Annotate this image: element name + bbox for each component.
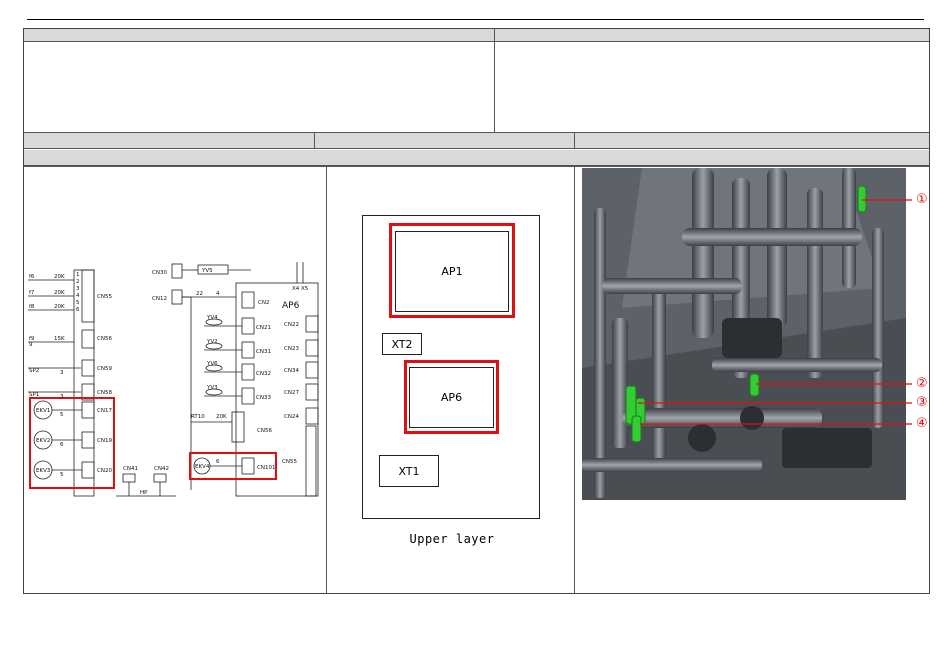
ekv1-label: EKV1 — [36, 408, 50, 414]
connector-label: CN32 — [256, 371, 271, 377]
ekv4-label: EKV4 — [195, 464, 210, 470]
callout-4: ④ — [916, 416, 928, 431]
xt2-block: XT2 — [382, 333, 422, 355]
connector-label: CN33 — [256, 395, 271, 401]
pin-label: 5 — [76, 300, 80, 306]
xt1-block: XT1 — [379, 455, 439, 487]
ap6-board-label: AP6 — [282, 301, 300, 311]
sp2-label: SP2 — [29, 368, 39, 374]
pin-label: 4 — [76, 293, 80, 299]
connector-label: CN2 — [258, 300, 269, 306]
connector-label: CN24 — [284, 414, 299, 420]
sensor-f9-value: 15K — [54, 336, 65, 342]
pin-label: 6 — [76, 307, 80, 313]
connector-label: CN21 — [256, 325, 271, 331]
ap6-block: AP6 — [409, 367, 494, 428]
ekv4-pin: 6 — [216, 459, 220, 465]
connector-label: CN27 — [284, 390, 299, 396]
sensor-f7-label: f7 — [29, 290, 35, 296]
ap1-block: AP1 — [395, 231, 509, 312]
xt2-label: XT2 — [391, 337, 413, 351]
connector-label: CN30 — [152, 270, 167, 276]
rt10-label: RT10 — [191, 414, 205, 420]
divider-lower-1 — [326, 166, 327, 594]
sensor-f6-label: f6 — [29, 274, 35, 280]
pin-label: 5 — [60, 472, 64, 478]
connector-label: CN34 — [284, 368, 299, 374]
ekv2-label: EKV2 — [36, 438, 50, 444]
callout-lines — [638, 199, 912, 425]
connector-label: CN31 — [256, 349, 271, 355]
cn2-pin-label: 4 — [216, 291, 220, 297]
xt1-label: XT1 — [398, 464, 420, 478]
connector-label: CN42 — [154, 466, 169, 472]
callout-1: ① — [916, 192, 928, 207]
connector-label: CN41 — [123, 466, 138, 472]
hp-label: HP — [140, 490, 148, 496]
connector-label: CN58 — [97, 390, 112, 396]
connector-label: CN55 — [282, 459, 297, 465]
cn12-wire-label: 22 — [196, 291, 203, 297]
pin-label: 3 — [76, 286, 80, 292]
connector-label: CN20 — [97, 468, 112, 474]
solenoid-label: YV2 — [206, 339, 218, 345]
ap6-label: AP6 — [440, 391, 463, 404]
wiring-schematic: f6 20K f7 20K f8 20K f9 15K 1 2 3 4 5 6 … — [28, 262, 319, 497]
connector-label: CN23 — [284, 346, 299, 352]
yv5-label: YV5 — [201, 268, 213, 274]
connector-label: CN56 — [97, 336, 112, 342]
divider-middle-1 — [314, 133, 315, 149]
connector-label: CN55 — [97, 294, 112, 300]
connector-label: CN22 — [284, 322, 299, 328]
top-rule — [27, 19, 924, 20]
pin-label: 3 — [60, 394, 64, 400]
connector-label: CN12 — [152, 296, 167, 302]
ap1-label: AP1 — [441, 265, 463, 278]
pin-label: 6 — [60, 442, 64, 448]
pin-label: 5 — [60, 412, 64, 418]
divider-middle-2 — [574, 133, 575, 149]
connector-label: CN19 — [97, 438, 112, 444]
sp1-label: SP1 — [29, 392, 39, 398]
sensor-f7-value: 20K — [54, 290, 65, 296]
divider-top — [494, 29, 495, 133]
header-bar-middle — [24, 133, 929, 149]
connector-label: CN59 — [97, 366, 112, 372]
solenoid-label: YV3 — [206, 385, 218, 391]
connector-label: CN17 — [97, 408, 112, 414]
solenoid-label: YV6 — [206, 361, 218, 367]
pin-label: 1 — [76, 272, 80, 278]
rt10-value: 20K — [216, 414, 227, 420]
layout-caption: Upper layer — [409, 532, 495, 546]
pin-label: 3 — [60, 370, 64, 376]
solenoid-label: YV4 — [206, 315, 218, 321]
connector-label: CN101 — [257, 465, 275, 471]
connector-label: CN56 — [257, 428, 272, 434]
sensor-f6-value: 20K — [54, 274, 65, 280]
x-terminals-label: X4 X5 — [292, 286, 309, 292]
callout-3: ③ — [916, 395, 928, 410]
header-bar-top — [24, 29, 929, 42]
divider-lower-2 — [574, 166, 575, 594]
pin-label: 9 — [29, 342, 33, 348]
sensor-f8-label: f8 — [29, 304, 35, 310]
ekv3-label: EKV3 — [36, 468, 51, 474]
callout-2: ② — [916, 376, 928, 391]
sensor-f8-value: 20K — [54, 304, 65, 310]
pin-label: 2 — [76, 279, 80, 285]
